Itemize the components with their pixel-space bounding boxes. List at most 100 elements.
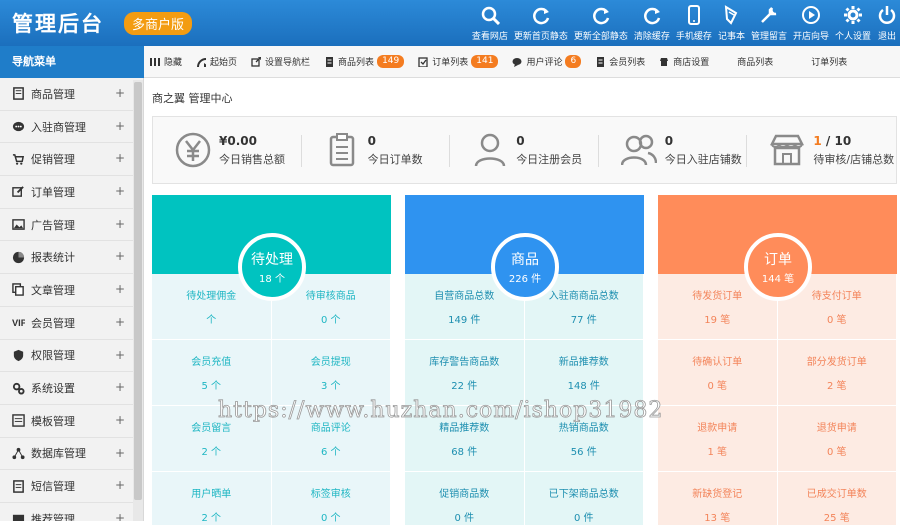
sidebar-item-label: 商品管理 (31, 87, 75, 101)
order-icon (418, 56, 428, 67)
header-tool-label: 更新全部静态 (573, 31, 628, 42)
header-tool-7[interactable]: 开店向导 (792, 0, 830, 46)
expand-icon[interactable]: + (115, 446, 125, 460)
header-tool-5[interactable]: 记事本 (717, 0, 746, 46)
header-tool-label: 管理留言 (750, 31, 787, 42)
cart-icon (12, 153, 25, 165)
expand-icon[interactable]: + (115, 217, 125, 231)
sidebar-item-9[interactable]: 系统设置 + (0, 372, 143, 405)
tab-9[interactable]: 订单列表 (811, 55, 847, 68)
cell-title: 部分发货订单 (806, 357, 867, 368)
tab-3[interactable]: 商品列表 149 (324, 55, 405, 68)
tab-7[interactable]: 商店设置 (659, 55, 709, 68)
book-icon (12, 87, 25, 101)
tab-label: 订单列表 (432, 58, 469, 68)
expand-icon[interactable]: + (115, 119, 125, 133)
cell-value: 2 个 (201, 513, 222, 524)
tab-0[interactable]: 隐藏 (150, 55, 182, 68)
tab-4[interactable]: 订单列表 141 (418, 55, 499, 68)
tab-2[interactable]: 设置导航栏 (251, 55, 310, 68)
edit-icon (12, 185, 25, 198)
sidebar-item-12[interactable]: 短信管理 + (0, 470, 143, 503)
card-cell[interactable]: 退货申请 0 笔 (777, 406, 897, 472)
sidebar-item-0[interactable]: 商品管理 + (0, 78, 143, 111)
expand-icon[interactable]: + (115, 315, 125, 329)
tab-5[interactable]: 用户评论 6 (512, 55, 582, 68)
sidebar-item-6[interactable]: 文章管理 + (0, 274, 143, 307)
card-cell[interactable]: 用户晒单 2 个 (152, 472, 272, 525)
stat-value-rest: / 10 (821, 133, 852, 148)
tab-8[interactable]: 商品列表 (737, 55, 773, 68)
header-tool-0[interactable]: 查看网店 (471, 0, 509, 46)
expand-icon[interactable]: + (115, 511, 125, 521)
stat-1: 0 今日订单数 (302, 117, 451, 183)
card-cell[interactable]: 新缺货登记 13 笔 (658, 472, 778, 525)
card-cell[interactable]: 部分发货订单 2 笔 (777, 340, 897, 406)
card-cell[interactable]: 已成交订单数 25 笔 (777, 472, 897, 525)
sidebar-item-10[interactable]: 模板管理 + (0, 405, 143, 438)
card-circle[interactable]: 商品 226 件 (491, 233, 559, 301)
header-tool-1[interactable]: 更新首页静态 (513, 0, 569, 46)
expand-icon[interactable]: + (115, 413, 125, 427)
cell-value: 0 个 (320, 315, 341, 326)
card-circle[interactable]: 待处理 18 个 (238, 233, 306, 301)
expand-icon[interactable]: + (115, 249, 125, 263)
sidebar: 商品管理 + 入驻商管理 + 促销管理 + 订单管理 + 广告管理 + 报表统计 + 文章管理 + VIP 会… (0, 78, 144, 521)
card-cell[interactable]: 促销商品数 0 件 (405, 472, 525, 525)
sidebar-item-3[interactable]: 订单管理 + (0, 176, 143, 209)
header-tool-3[interactable]: 清除缓存 (633, 0, 671, 46)
sidebar-item-11[interactable]: 数据库管理 + (0, 438, 143, 471)
stat-label: 今日注册会员 (516, 152, 583, 166)
card-cell[interactable]: 退款申请 1 笔 (658, 406, 778, 472)
expand-icon[interactable]: + (115, 151, 125, 165)
scrollbar-thumb[interactable] (134, 82, 142, 500)
header-tool-2[interactable]: 更新全部静态 (573, 0, 629, 46)
count-badge: 141 (471, 55, 499, 68)
mobile-icon (687, 4, 700, 25)
sidebar-item-label: 文章管理 (31, 283, 75, 297)
cell-value: 0 件 (573, 513, 594, 524)
cell-value: 0 个 (320, 513, 341, 524)
cell-title: 已下架商品总数 (548, 489, 619, 500)
recommend-icon (12, 515, 25, 521)
sidebar-scrollbar[interactable] (133, 80, 143, 521)
stat-value: 0 (367, 133, 376, 148)
card-cell[interactable]: 会员提现 3 个 (271, 340, 391, 406)
card-count: 226 件 (508, 274, 542, 285)
sidebar-item-13[interactable]: 推荐管理 + (0, 503, 143, 521)
expand-icon[interactable]: + (115, 380, 125, 394)
card-circle[interactable]: 订单 144 笔 (744, 233, 812, 301)
expand-icon[interactable]: + (115, 348, 125, 362)
card-cell[interactable]: 库存警告商品数 22 件 (405, 340, 525, 406)
sidebar-item-1[interactable]: 入驻商管理 + (0, 111, 143, 144)
header-tool-9[interactable]: 退出 (876, 0, 898, 46)
card-cell[interactable]: 标签审核 0 个 (271, 472, 391, 525)
search-icon (481, 6, 500, 25)
expand-icon[interactable]: + (115, 478, 125, 492)
cell-value: 0 笔 (707, 381, 728, 392)
sidebar-item-7[interactable]: VIP 会员管理 + (0, 307, 143, 340)
cell-title: 用户晒单 (191, 489, 232, 500)
tab-6[interactable]: 会员列表 (595, 55, 645, 68)
card-cell[interactable]: 会员充值 5 个 (152, 340, 272, 406)
shop-icon (770, 134, 805, 166)
expand-icon[interactable]: + (115, 282, 125, 296)
template-icon (12, 414, 25, 427)
header-tool-6[interactable]: 管理留言 (750, 0, 788, 46)
expand-icon[interactable]: + (115, 86, 125, 100)
card-cell[interactable]: 已下架商品总数 0 件 (524, 472, 644, 525)
header-tool-8[interactable]: 个人设置 (834, 0, 872, 46)
tab-1[interactable]: 起始页 (196, 55, 237, 68)
header-tool-4[interactable]: 手机缓存 (675, 0, 713, 46)
cell-value: 0 笔 (826, 447, 847, 458)
sidebar-item-8[interactable]: 权限管理 + (0, 340, 143, 373)
sidebar-item-4[interactable]: 广告管理 + (0, 209, 143, 242)
expand-icon[interactable]: + (115, 184, 125, 198)
comment-icon (512, 57, 522, 67)
sidebar-item-5[interactable]: 报表统计 + (0, 241, 143, 275)
cell-title: 会员充值 (191, 357, 232, 368)
sidebar-item-2[interactable]: 促销管理 + (0, 143, 143, 177)
card-cell[interactable]: 新品推荐数 148 件 (524, 340, 644, 406)
card-cell[interactable]: 待确认订单 0 笔 (658, 340, 778, 406)
watermark: https://www.huzhan.com/ishop31982 (218, 398, 664, 424)
